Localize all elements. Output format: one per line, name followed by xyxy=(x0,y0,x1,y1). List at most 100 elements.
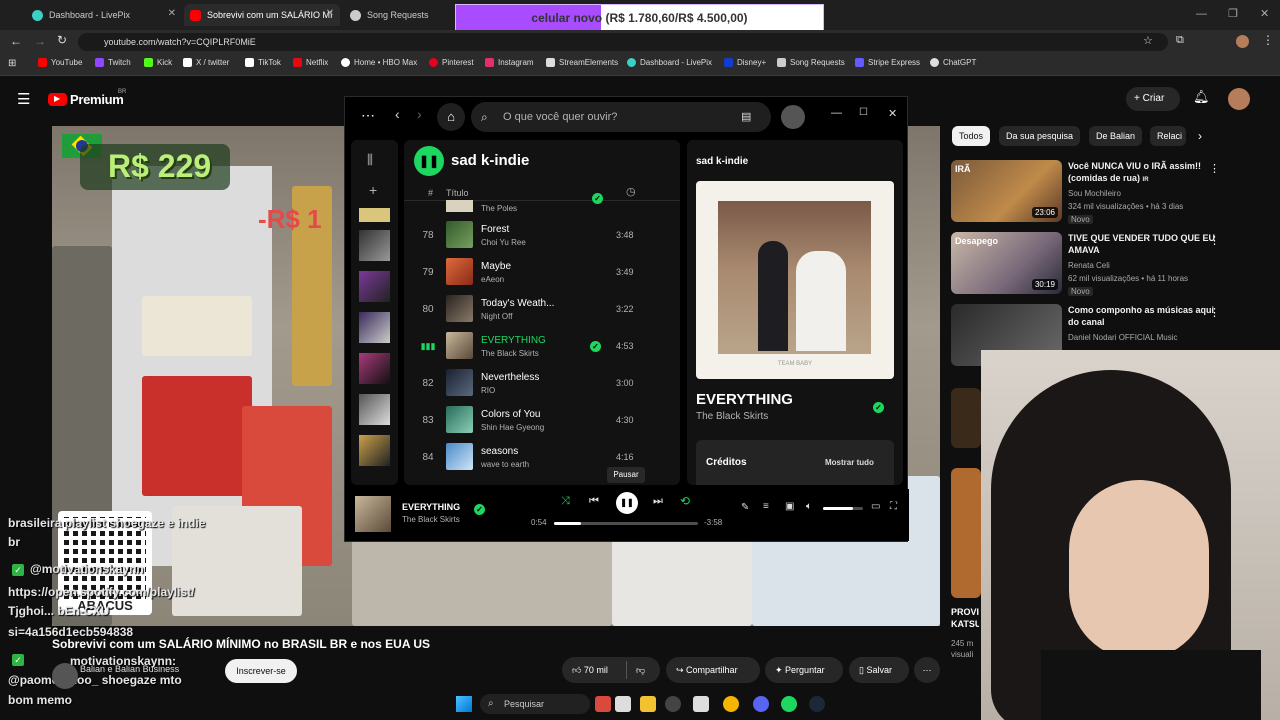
save-button[interactable]: ▯ Salvar xyxy=(849,657,909,683)
player-cover[interactable] xyxy=(355,496,391,532)
maximize-icon[interactable]: ☐ xyxy=(859,107,868,118)
windows-start-icon[interactable] xyxy=(456,696,472,712)
steam-icon[interactable] xyxy=(809,696,825,712)
next-icon[interactable]: ⏭︎ xyxy=(653,495,663,508)
minimize-icon[interactable]: — xyxy=(1196,8,1207,20)
player-track-title[interactable]: EVERYTHING xyxy=(402,502,460,512)
app-icon[interactable] xyxy=(693,696,709,712)
url-field[interactable]: youtube.com/watch?v=CQIPLRF0MiE xyxy=(78,33,1168,51)
close-icon[interactable]: ✕ xyxy=(168,8,176,19)
plus-icon[interactable]: + xyxy=(369,182,377,198)
app-icon[interactable] xyxy=(615,696,631,712)
saved-check-icon[interactable]: ✓ xyxy=(474,504,485,515)
search-input[interactable]: ⌕ O que você quer ouvir? ▤ xyxy=(471,102,771,132)
chip-related[interactable]: Relaci xyxy=(1150,126,1186,146)
back-icon[interactable]: ← xyxy=(10,34,22,48)
bookmark-x[interactable]: X / twitter xyxy=(183,58,229,67)
minimize-icon[interactable]: — xyxy=(831,107,842,119)
bookmark-pinterest[interactable]: Pinterest xyxy=(429,58,474,67)
chrome-icon[interactable] xyxy=(723,696,739,712)
playlist-cover[interactable] xyxy=(359,208,390,222)
more-vertical-icon[interactable]: ⋮ xyxy=(1209,162,1220,175)
volume-icon[interactable]: 🔈︎ xyxy=(806,501,812,512)
recommended-video[interactable]: Desapego 30:19 TIVE QUE VENDER TUDO QUE … xyxy=(951,232,1280,300)
tab-youtube-video[interactable]: Sobrevivi com um SALÁRIO Mí ✕ xyxy=(184,4,340,26)
bookmark-streamelements[interactable]: StreamElements xyxy=(546,58,618,67)
app-icon[interactable] xyxy=(595,696,611,712)
video-thumbnail[interactable] xyxy=(951,468,981,598)
track-row[interactable]: 82 Nevertheless RIO 3:00 xyxy=(404,365,680,402)
bookmark-chatgpt[interactable]: ChatGPT xyxy=(930,58,976,67)
playlist-cover[interactable] xyxy=(359,230,390,261)
bookmark-stripe[interactable]: Stripe Express xyxy=(855,58,920,67)
bookmark-star-icon[interactable]: ☆ xyxy=(1143,34,1153,47)
more-vertical-icon[interactable]: ⋮ xyxy=(1209,234,1220,247)
video-thumbnail[interactable] xyxy=(951,388,981,448)
bookmark-disney[interactable]: Disney+ xyxy=(724,58,766,67)
tab-livepix[interactable]: Dashboard - LivePix ✕ xyxy=(26,4,182,26)
saved-check-icon[interactable]: ✓ xyxy=(592,193,603,204)
spotify-avatar[interactable] xyxy=(781,105,805,129)
lyrics-mic-icon[interactable]: ✎ xyxy=(741,502,749,513)
previous-icon[interactable]: ⏮︎ xyxy=(589,495,599,508)
apps-grid-icon[interactable]: ⊞ xyxy=(8,58,16,69)
show-all-link[interactable]: Mostrar tudo xyxy=(825,458,874,467)
bookmark-hbo[interactable]: Home • HBO Max xyxy=(341,58,417,67)
repeat-icon[interactable]: ⟲ xyxy=(680,494,690,508)
browse-icon[interactable]: ▤ xyxy=(741,102,751,132)
close-window-icon[interactable]: ✕ xyxy=(1260,7,1269,20)
chip-all[interactable]: Todos xyxy=(952,126,991,146)
miniplayer-icon[interactable]: ▭ xyxy=(871,501,880,512)
volume-slider[interactable] xyxy=(823,507,863,510)
more-actions-button[interactable]: ⋯ xyxy=(914,657,940,683)
share-button[interactable]: ↪ Compartilhar xyxy=(666,657,760,683)
queue-icon[interactable]: ≡ xyxy=(763,501,769,512)
library-icon[interactable]: ⫼ xyxy=(367,152,373,168)
menu-dots-icon[interactable]: ⋮ xyxy=(1262,33,1274,47)
like-button[interactable]: 👍︎ 70 mil xyxy=(562,657,626,683)
progress-bar[interactable] xyxy=(554,522,698,525)
saved-check-icon[interactable]: ✓ xyxy=(873,402,884,413)
forward-icon[interactable]: → xyxy=(34,34,46,48)
spotify-icon[interactable] xyxy=(781,696,797,712)
shuffle-icon[interactable]: ⤨ xyxy=(561,495,570,508)
subscribe-button[interactable]: Inscrever-se xyxy=(225,659,297,683)
playlist-cover[interactable] xyxy=(359,394,390,425)
close-icon[interactable]: ✕ xyxy=(326,8,334,19)
play-pause-button[interactable]: ❚❚ xyxy=(616,492,638,514)
back-icon[interactable]: ‹ xyxy=(395,106,400,122)
obs-icon[interactable] xyxy=(665,696,681,712)
player-track-artist[interactable]: The Black Skirts xyxy=(402,515,460,524)
profile-avatar[interactable] xyxy=(1236,35,1249,48)
chevron-right-icon[interactable]: › xyxy=(1198,129,1202,143)
track-row[interactable]: 83 Colors of You Shin Hae Gyeong 4:30 xyxy=(404,402,680,439)
playlist-cover[interactable] xyxy=(359,435,390,466)
reload-icon[interactable]: ↻ xyxy=(57,33,67,47)
bookmark-kick[interactable]: Kick xyxy=(144,58,172,67)
close-icon[interactable]: ✕ xyxy=(888,107,897,120)
tab-song-requests[interactable]: Song Requests xyxy=(344,4,454,26)
bookmark-twitch[interactable]: Twitch xyxy=(95,58,131,67)
pause-playlist-button[interactable]: ❚❚ xyxy=(414,146,444,176)
connect-device-icon[interactable]: ▣ xyxy=(785,501,794,512)
account-avatar[interactable] xyxy=(1228,88,1250,110)
ask-button[interactable]: ✦ Perguntar xyxy=(765,657,843,683)
bookmark-netflix[interactable]: Netflix xyxy=(293,58,328,67)
saved-check-icon[interactable]: ✓ xyxy=(590,341,601,352)
bookmark-instagram[interactable]: Instagram xyxy=(485,58,534,67)
more-horizontal-icon[interactable]: ⋯ xyxy=(361,107,375,124)
extensions-icon[interactable]: ⧉ xyxy=(1176,34,1184,47)
channel-avatar[interactable] xyxy=(52,663,78,689)
more-vertical-icon[interactable]: ⋮ xyxy=(1209,306,1220,319)
taskbar-search[interactable]: ⌕ Pesquisar xyxy=(480,694,590,714)
discord-icon[interactable] xyxy=(753,696,769,712)
forward-icon[interactable]: › xyxy=(417,106,422,122)
maximize-icon[interactable]: ❐ xyxy=(1228,7,1238,20)
bookmark-tiktok[interactable]: TikTok xyxy=(245,58,281,67)
track-row[interactable]: 79 Maybe eAeon 3:49 xyxy=(404,254,680,291)
channel-name[interactable]: Balian e Balian Business xyxy=(80,664,179,674)
bookmark-livepix[interactable]: Dashboard - LivePix xyxy=(627,58,712,67)
chip-from-search[interactable]: Da sua pesquisa xyxy=(999,126,1081,146)
track-row[interactable]: 78 Forest Choi Yu Ree 3:48 xyxy=(404,217,680,254)
track-row[interactable]: 80 Today's Weath... Night Off 3:22 xyxy=(404,291,680,328)
